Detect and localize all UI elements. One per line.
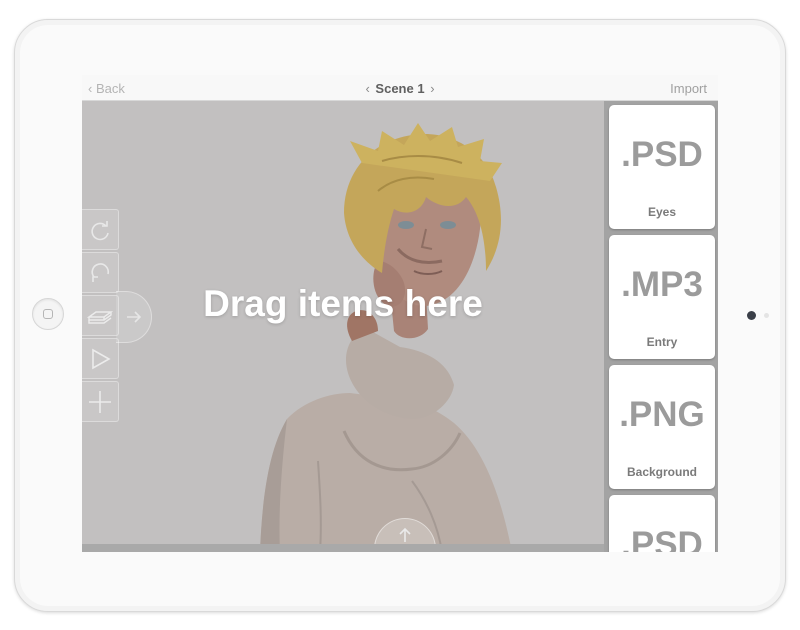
layers-icon [87, 310, 113, 324]
front-camera [747, 311, 756, 320]
asset-card[interactable]: .PNG Background [609, 365, 715, 489]
asset-card[interactable]: .MP3 Entry [609, 235, 715, 359]
import-button[interactable]: Import [670, 81, 707, 96]
asset-card[interactable]: .PSD [609, 495, 715, 552]
drop-zone-label: Drag items here [203, 283, 483, 324]
redo-button[interactable] [82, 209, 119, 250]
scene-canvas-drop-zone[interactable]: Drag items here [82, 101, 604, 552]
left-toolbar [82, 209, 120, 424]
play-icon [92, 348, 111, 369]
scene-title: Scene 1 [375, 81, 425, 96]
layers-button[interactable] [82, 295, 119, 336]
play-button[interactable] [82, 338, 119, 379]
home-button[interactable] [32, 298, 64, 330]
add-icon [89, 390, 111, 413]
asset-name: Entry [646, 335, 678, 349]
canvas-bottom-bar [82, 544, 604, 552]
asset-file-type: .PSD [621, 525, 703, 552]
asset-file-type: .MP3 [621, 265, 703, 304]
asset-sidebar: .PSD Eyes .MP3 Entry .PNG Background .PS… [604, 101, 718, 552]
undo-icon [91, 262, 110, 282]
asset-name: Eyes [647, 205, 677, 219]
asset-file-type: .PSD [621, 135, 703, 174]
previous-scene-button[interactable]: ‹ [363, 81, 371, 96]
undo-button[interactable] [82, 252, 119, 293]
asset-card[interactable]: .PSD Eyes [609, 105, 715, 229]
redo-icon [91, 220, 109, 240]
light-sensor [764, 313, 769, 318]
scene-title-selector: ‹ Scene 1 › [82, 81, 718, 96]
arrow-right-icon [126, 311, 141, 323]
navigation-bar: ‹ Back ‹ Scene 1 › Import [82, 75, 718, 101]
app-screen: ‹ Back ‹ Scene 1 › Import Drag items her… [82, 75, 718, 552]
add-button[interactable] [82, 381, 119, 422]
arrow-up-icon [399, 527, 411, 542]
next-scene-button[interactable]: › [428, 81, 436, 96]
asset-name: Background [626, 465, 697, 479]
character-illustration [260, 123, 512, 552]
asset-file-type: .PNG [619, 395, 705, 434]
